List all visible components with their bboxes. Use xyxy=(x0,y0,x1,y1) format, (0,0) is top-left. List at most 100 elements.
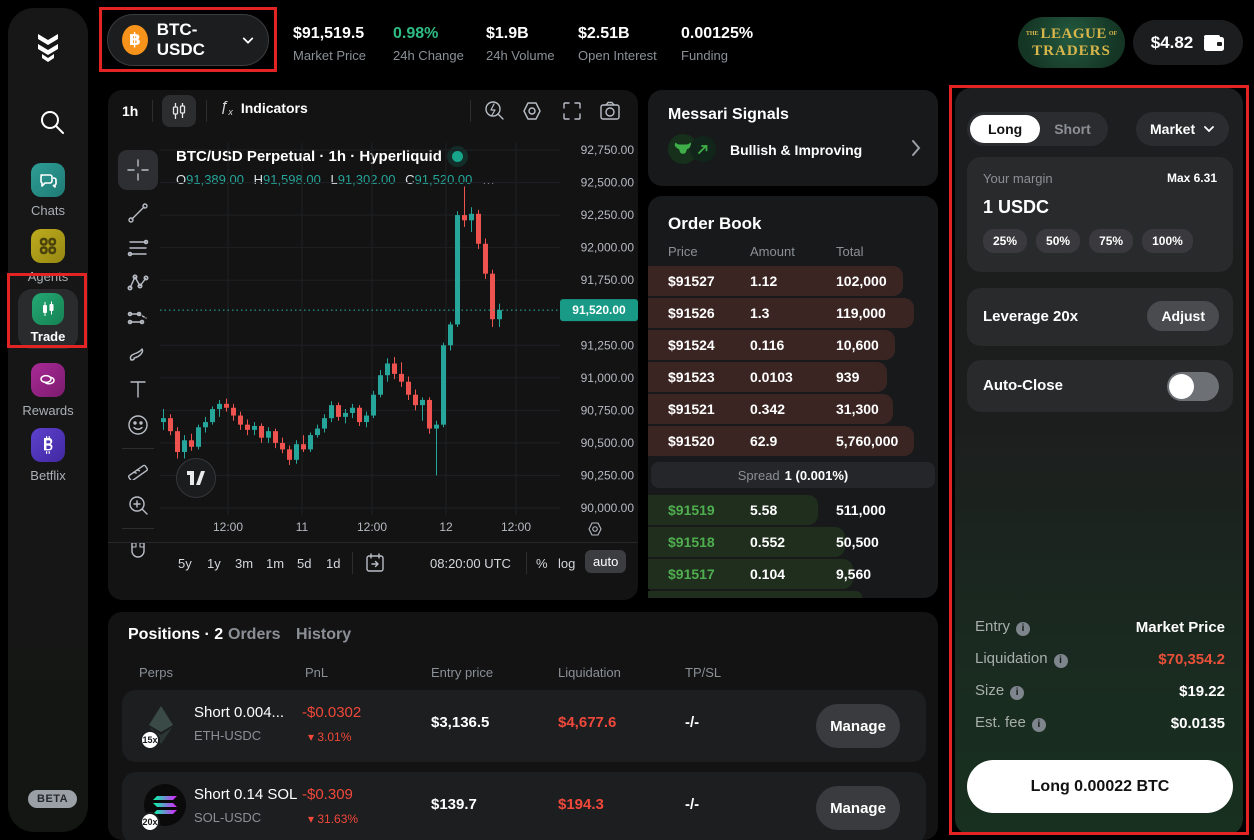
summary-label: Est. feei xyxy=(975,714,1046,732)
chevron-right-icon[interactable] xyxy=(910,138,922,158)
search-icon[interactable] xyxy=(38,108,66,141)
range-1y[interactable]: 1y xyxy=(207,556,221,571)
sidebar-item-label: Betflix xyxy=(8,468,88,483)
range-5d[interactable]: 5d xyxy=(297,556,311,571)
timeframe-button[interactable]: 1h xyxy=(122,103,138,119)
ask-row[interactable]: $91521 0.342 31,300 xyxy=(660,394,926,424)
chip-75[interactable]: 75% xyxy=(1089,229,1133,253)
trendline-tool[interactable] xyxy=(127,202,149,224)
range-1d[interactable]: 1d xyxy=(326,556,340,571)
adjust-button[interactable]: Adjust xyxy=(1147,301,1219,331)
position-row-sol[interactable]: 20x Short 0.14 SOL SOL-USDC -$0.309 ▾ 31… xyxy=(122,772,926,840)
projection-tool[interactable] xyxy=(127,307,149,329)
messari-signal-text: Bullish & Improving xyxy=(730,142,862,158)
brush-tool[interactable] xyxy=(127,344,149,366)
text-tool[interactable] xyxy=(127,378,149,400)
tab-positions[interactable]: Positions · 2 xyxy=(128,626,223,644)
ask-amount: 62.9 xyxy=(750,433,777,449)
info-icon[interactable]: i xyxy=(1032,718,1046,732)
position-row-eth[interactable]: 15x Short 0.004... ETH-USDC -$0.0302 ▾ 3… xyxy=(122,690,926,762)
toolbar-divider xyxy=(152,100,153,122)
range-1m[interactable]: 1m xyxy=(266,556,284,571)
scale-auto-button[interactable]: auto xyxy=(585,550,626,573)
sidebar-item-betflix[interactable]: Betflix xyxy=(8,428,88,483)
magnet-tool[interactable] xyxy=(127,540,149,562)
league-of-traders-badge[interactable]: THE LEAGUE OF TRADERS xyxy=(1018,17,1125,68)
chip-50[interactable]: 50% xyxy=(1036,229,1080,253)
tab-short[interactable]: Short xyxy=(1040,115,1105,143)
info-icon[interactable]: i xyxy=(1010,686,1024,700)
order-type-dropdown[interactable]: Market xyxy=(1136,112,1229,146)
indicators-button[interactable]: ƒx Indicators xyxy=(220,98,308,117)
wallet-button[interactable]: $4.82 xyxy=(1133,20,1243,65)
auto-close-toggle[interactable] xyxy=(1167,372,1219,401)
info-icon[interactable]: i xyxy=(1054,654,1068,668)
quick-search-icon[interactable] xyxy=(482,99,506,128)
margin-input[interactable]: 1 USDC xyxy=(983,197,1049,218)
bid-row[interactable]: $91517 0.104 9,560 xyxy=(660,559,926,589)
tab-orders[interactable]: Orders xyxy=(228,626,280,644)
sidebar-item-rewards[interactable]: Rewards xyxy=(8,363,88,418)
emoji-tool[interactable] xyxy=(127,414,149,436)
toolbar-divider xyxy=(206,100,207,122)
bid-row[interactable]: $91518 0.552 50,500 xyxy=(660,527,926,557)
range-5y[interactable]: 5y xyxy=(178,556,192,571)
ask-price: $91527 xyxy=(668,273,715,289)
measure-tool[interactable] xyxy=(127,458,149,480)
stat-open-interest: $2.51B Open Interest xyxy=(578,25,657,63)
pair-selector[interactable]: ฿ BTC-USDC xyxy=(107,14,269,66)
summary-entry: Entryi Market Price xyxy=(975,618,1225,636)
fullscreen-icon[interactable] xyxy=(560,99,584,128)
scale-log-button[interactable]: log xyxy=(558,556,575,571)
league-badge-line2: TRADERS xyxy=(1032,44,1111,59)
position-pair: SOL-USDC xyxy=(194,810,261,825)
ask-row[interactable]: $91520 62.9 5,760,000 xyxy=(660,426,926,456)
messari-signals-panel[interactable]: Messari Signals Bullish & Improving xyxy=(648,90,938,186)
sidebar-item-chats[interactable]: Chats xyxy=(8,163,88,218)
col-liquidation: Liquidation xyxy=(558,665,621,680)
ask-price: $91524 xyxy=(668,337,715,353)
axis-settings-icon[interactable] xyxy=(586,520,604,543)
candlestick-chart[interactable]: 92,750.0092,500.0092,250.0092,000.0091,7… xyxy=(160,143,638,515)
trade-panel: Long Short Market Your margin Max 6.31 1… xyxy=(955,88,1243,835)
order-type-label: Market xyxy=(1150,121,1195,137)
sidebar-item-agents[interactable]: Agents xyxy=(8,229,88,284)
tab-history[interactable]: History xyxy=(296,626,351,644)
zoom-in-tool[interactable] xyxy=(127,494,149,516)
position-liquidation: $194.3 xyxy=(558,796,604,813)
clock-utc[interactable]: 08:20:00 UTC xyxy=(430,556,511,571)
svg-text:92,750.00: 92,750.00 xyxy=(581,143,635,157)
ask-row[interactable]: $91527 1.12 102,000 xyxy=(660,266,926,296)
position-pnl-pct: ▾ 3.01% xyxy=(308,730,351,744)
ask-row[interactable]: $91523 0.0103 939 xyxy=(660,362,926,392)
manage-button[interactable]: Manage xyxy=(816,704,900,748)
submit-long-button[interactable]: Long 0.00022 BTC xyxy=(967,760,1233,813)
toolbar-divider xyxy=(122,448,154,449)
bid-row[interactable]: $91519 5.58 511,000 xyxy=(660,495,926,525)
ask-row[interactable]: $91524 0.116 10,600 xyxy=(660,330,926,360)
range-3m[interactable]: 3m xyxy=(235,556,253,571)
ask-row[interactable]: $91526 1.3 119,000 xyxy=(660,298,926,328)
fib-lines-tool[interactable] xyxy=(127,237,149,259)
chip-100[interactable]: 100% xyxy=(1142,229,1193,253)
tab-long[interactable]: Long xyxy=(970,115,1040,143)
toolbar-divider xyxy=(122,528,154,529)
crosshair-tool[interactable] xyxy=(118,150,158,190)
candle-style-button[interactable] xyxy=(162,95,196,127)
chart-settings-icon[interactable] xyxy=(520,99,544,128)
bid-price: $91517 xyxy=(668,566,715,582)
scale-percent-button[interactable]: % xyxy=(536,556,548,571)
app-logo-icon[interactable] xyxy=(32,30,64,71)
manage-button[interactable]: Manage xyxy=(816,786,900,830)
stat-label: 24h Change xyxy=(393,48,464,63)
camera-icon[interactable] xyxy=(598,99,622,128)
sidebar-item-trade[interactable]: Trade xyxy=(18,289,78,349)
margin-max[interactable]: Max 6.31 xyxy=(1167,171,1217,185)
wallet-icon xyxy=(1203,34,1225,52)
pattern-tool[interactable] xyxy=(127,272,149,294)
go-to-date-icon[interactable] xyxy=(364,552,386,579)
info-icon[interactable]: i xyxy=(1016,622,1030,636)
col-tpsl: TP/SL xyxy=(685,665,721,680)
tradingview-logo[interactable] xyxy=(176,458,216,498)
chip-25[interactable]: 25% xyxy=(983,229,1027,253)
